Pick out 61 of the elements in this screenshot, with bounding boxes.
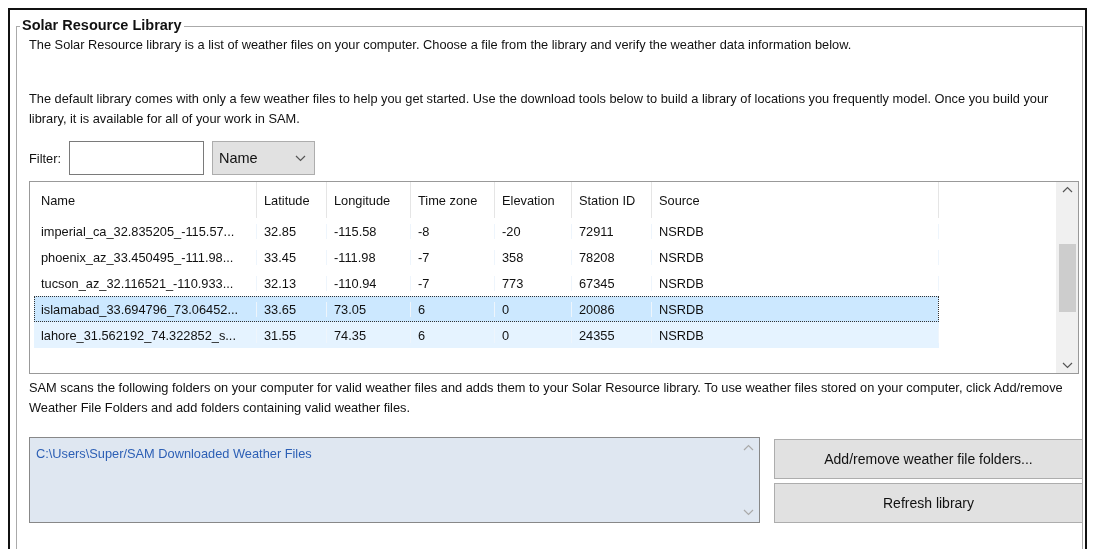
- table-cell: NSRDB: [652, 275, 939, 291]
- column-header[interactable]: Name: [34, 182, 257, 218]
- column-header[interactable]: Station ID: [572, 182, 652, 218]
- column-header[interactable]: Elevation: [495, 182, 572, 218]
- table-cell: 20086: [572, 301, 652, 317]
- table-cell: -7: [411, 249, 495, 265]
- table-cell: 31.55: [257, 327, 327, 343]
- table-cell: NSRDB: [652, 223, 939, 239]
- table-cell: 773: [495, 275, 572, 291]
- table-cell: 0: [495, 327, 572, 343]
- table-cell: 33.45: [257, 249, 327, 265]
- table-cell: NSRDB: [652, 249, 939, 265]
- table-cell: 6: [411, 301, 495, 317]
- table-cell: NSRDB: [652, 327, 939, 343]
- intro-text: The default library comes with only a few weather files to help you get started. Use the download tools below to build a library of locations you frequently model. Once you build your library, it is available for all of your work in SAM.: [29, 90, 1050, 128]
- table-cell: phoenix_az_33.450495_-111.98...: [34, 249, 257, 265]
- table-cell: islamabad_33.694796_73.06452...: [34, 301, 257, 317]
- table-cell: -20: [495, 223, 572, 239]
- table-cell: tucson_az_32.116521_-110.933...: [34, 275, 257, 291]
- table-row[interactable]: tucson_az_32.116521_-110.933... 32.13 -110.94 -7 773 67345 NSRDB: [34, 270, 939, 296]
- table-cell: 73.05: [327, 301, 411, 317]
- filter-field[interactable]: [69, 141, 204, 175]
- table-cell: -110.94: [327, 275, 411, 291]
- folders-note: SAM scans the following folders on your computer for valid weather files and adds them to your Solar Resource library. To use weather files stored on your computer, click Add/remove Weather File Folders and add folders containing valid weather files.: [29, 379, 1064, 417]
- table-cell: 0: [495, 301, 572, 317]
- chevron-down-icon[interactable]: [295, 154, 306, 162]
- table-cell: 72911: [572, 223, 652, 239]
- table-cell: 32.13: [257, 275, 327, 291]
- group-title: Solar Resource Library: [20, 17, 184, 33]
- folders-button[interactable]: Add/remove weather file folders...: [774, 439, 1083, 479]
- refresh-button[interactable]: Refresh library: [774, 483, 1083, 523]
- folder-path[interactable]: C:\Users\Super/SAM Downloaded Weather Files: [36, 446, 312, 461]
- table-cell: imperial_ca_32.835205_-115.57...: [34, 223, 257, 239]
- table-row[interactable]: phoenix_az_33.450495_-111.98... 33.45 -111.98 -7 358 78208 NSRDB: [34, 244, 939, 270]
- table-cell: 358: [495, 249, 572, 265]
- table-cell: lahore_31.562192_74.322852_s...: [34, 327, 257, 343]
- scroll-up-icon[interactable]: [1061, 186, 1073, 193]
- scroll-down-icon[interactable]: [1061, 362, 1073, 369]
- table-cell: 24355: [572, 327, 652, 343]
- table-cell: 74.35: [327, 327, 411, 343]
- table-cell: 33.65: [257, 301, 327, 317]
- table-cell: 78208: [572, 249, 652, 265]
- table-cell: -7: [411, 275, 495, 291]
- column-header[interactable]: Longitude: [327, 182, 411, 218]
- column-header[interactable]: Latitude: [257, 182, 327, 218]
- intro-text: The Solar Resource library is a list of weather files on your computer. Choose a file from the library and verify the weather data information below.: [29, 36, 853, 54]
- table-cell: 32.85: [257, 223, 327, 239]
- table-row[interactable]: islamabad_33.694796_73.06452... 33.65 73.05 6 0 20086 NSRDB: [34, 296, 939, 322]
- table-cell: NSRDB: [652, 301, 939, 317]
- filter-label: Filter:: [29, 150, 61, 166]
- table-cell: -111.98: [327, 249, 411, 265]
- table-cell: -8: [411, 223, 495, 239]
- column-header[interactable]: Source: [652, 182, 939, 218]
- sort-dropdown[interactable]: Name: [212, 141, 315, 175]
- table-cell: -115.58: [327, 223, 411, 239]
- table-row[interactable]: lahore_31.562192_74.322852_s... 31.55 74.35 6 0 24355 NSRDB: [34, 322, 939, 348]
- column-header[interactable]: Time zone: [411, 182, 495, 218]
- table-cell: 67345: [572, 275, 652, 291]
- scrollbar-thumb[interactable]: [1058, 243, 1076, 312]
- table-row[interactable]: imperial_ca_32.835205_-115.57... 32.85 -115.58 -8 -20 72911 NSRDB: [34, 218, 939, 244]
- table-cell: 6: [411, 327, 495, 343]
